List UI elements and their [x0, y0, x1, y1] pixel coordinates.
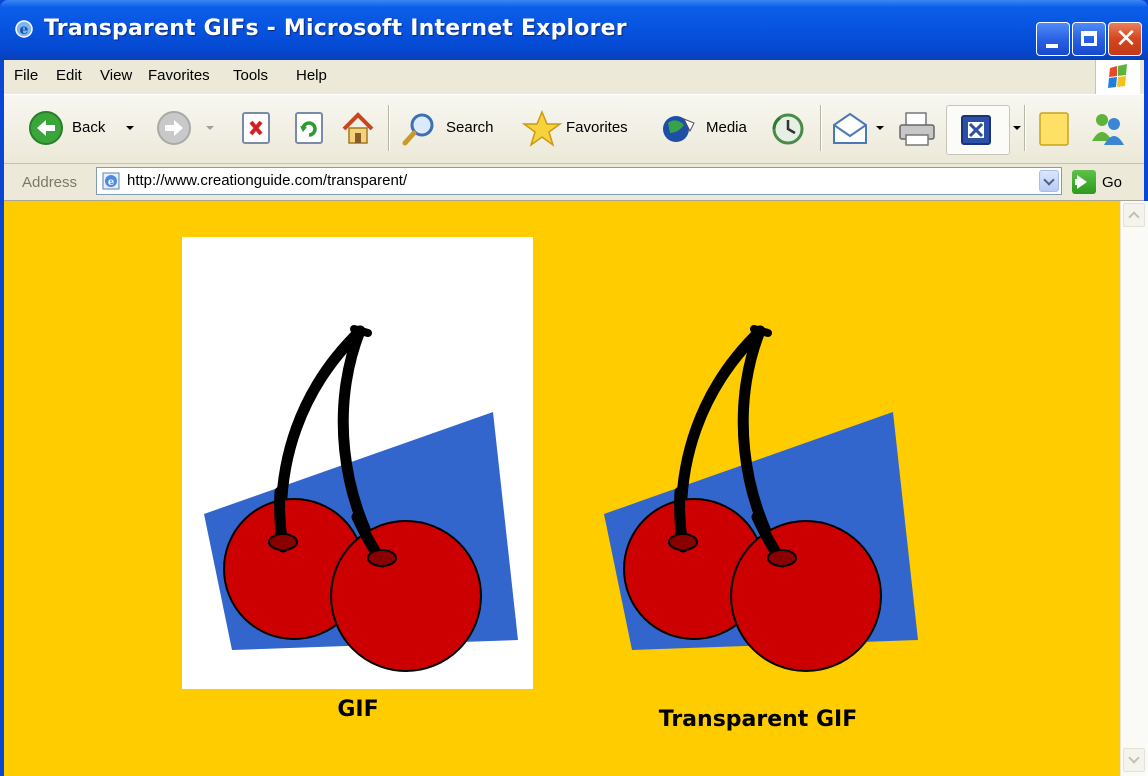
toolbar-separator — [820, 105, 822, 151]
edit-page-icon — [961, 115, 991, 145]
menu-tools[interactable]: Tools — [233, 67, 268, 84]
refresh-icon[interactable] — [292, 109, 328, 149]
edit-button[interactable] — [946, 105, 1010, 155]
standard-toolbar: Back Search Favorites Media — [4, 95, 1144, 164]
search-button[interactable]: Search — [400, 109, 506, 149]
transparent-gif-caption: Transparent GIF — [658, 707, 858, 732]
back-button[interactable]: Back — [28, 109, 168, 149]
back-dropdown-icon[interactable] — [126, 126, 134, 130]
go-arrow-icon[interactable] — [1072, 170, 1096, 194]
address-dropdown-icon[interactable] — [1039, 170, 1059, 192]
mail-button[interactable] — [830, 109, 890, 149]
media-icon — [663, 116, 695, 142]
address-url: http://www.creationguide.com/transparent… — [127, 172, 408, 189]
right-cherry — [330, 520, 482, 672]
browser-window: e Transparent GIFs - Microsoft Internet … — [0, 0, 1148, 776]
menu-favorites[interactable]: Favorites — [148, 67, 210, 84]
stop-icon[interactable] — [239, 109, 275, 149]
gif-caption: GIF — [337, 697, 379, 722]
mail-dropdown-icon[interactable] — [876, 126, 884, 130]
windows-logo-icon — [1095, 60, 1140, 94]
vertical-scrollbar[interactable] — [1120, 201, 1148, 776]
history-icon[interactable] — [768, 109, 808, 149]
forward-button[interactable] — [156, 109, 218, 149]
minimize-icon — [1046, 44, 1058, 48]
back-label: Back — [72, 119, 106, 136]
favorites-label: Favorites — [566, 119, 628, 136]
close-icon: ✕ — [1115, 24, 1137, 54]
toolbar-separator — [1024, 105, 1026, 151]
menu-file[interactable]: File — [14, 67, 38, 84]
media-label: Media — [706, 119, 747, 136]
close-button[interactable]: ✕ — [1108, 22, 1142, 56]
svg-text:e: e — [108, 177, 114, 188]
menu-view[interactable]: View — [100, 67, 132, 84]
address-bar: Address e http://www.creationguide.com/t… — [4, 164, 1144, 201]
messenger-icon[interactable] — [1086, 109, 1130, 149]
menu-bar: File Edit View Favorites Tools Help — [4, 60, 1144, 95]
ie-logo-icon: e — [15, 20, 33, 38]
go-button[interactable]: Go — [1102, 174, 1122, 191]
print-icon[interactable] — [896, 109, 938, 149]
favorites-star-icon — [522, 110, 562, 147]
right-cherry — [730, 520, 882, 672]
transparent-gif-cherries-image — [604, 325, 918, 672]
window-title: Transparent GIFs - Microsoft Internet Ex… — [44, 16, 627, 41]
favorites-button[interactable]: Favorites — [522, 109, 652, 149]
page-icon: e — [102, 172, 120, 190]
menu-edit[interactable]: Edit — [56, 67, 82, 84]
notes-icon[interactable] — [1034, 109, 1074, 149]
menu-help[interactable]: Help — [296, 67, 327, 84]
search-label: Search — [446, 119, 494, 136]
maximize-button[interactable] — [1072, 22, 1106, 56]
gif-cherries-image — [204, 325, 518, 672]
search-icon — [402, 113, 434, 146]
home-icon[interactable] — [338, 109, 378, 149]
edit-dropdown-icon[interactable] — [1013, 126, 1021, 130]
address-input[interactable]: e http://www.creationguide.com/transpare… — [96, 167, 1062, 195]
minimize-button[interactable] — [1036, 22, 1070, 56]
toolbar-separator — [388, 105, 390, 151]
content-stage: GIF Transparent GIF — [4, 201, 1120, 776]
mail-icon — [833, 112, 867, 144]
media-button[interactable]: Media — [660, 109, 760, 149]
forward-arrow-icon — [157, 111, 191, 145]
title-bar[interactable]: e Transparent GIFs - Microsoft Internet … — [0, 0, 1148, 60]
svg-text:e: e — [20, 22, 29, 38]
maximize-icon — [1081, 31, 1097, 46]
forward-dropdown-icon[interactable] — [206, 126, 214, 130]
scroll-down-button[interactable] — [1123, 748, 1145, 772]
address-label: Address — [22, 174, 78, 191]
scroll-up-button[interactable] — [1123, 203, 1145, 227]
back-arrow-icon — [29, 111, 63, 145]
